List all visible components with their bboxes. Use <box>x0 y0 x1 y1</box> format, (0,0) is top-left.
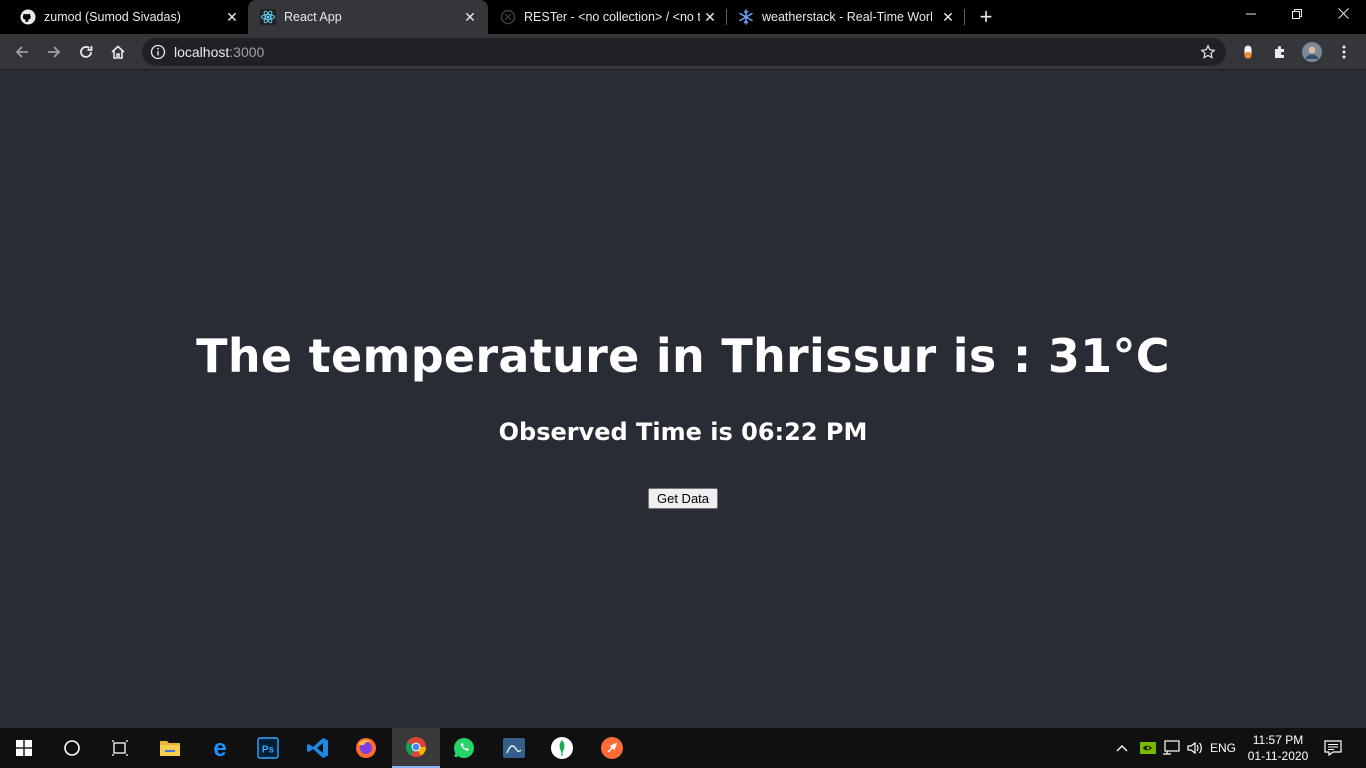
close-icon[interactable]: ✕ <box>224 9 240 25</box>
rester-icon <box>500 9 516 25</box>
tab-title: RESTer - <no collection> / <no ti <box>524 10 700 24</box>
close-window-icon <box>1337 8 1349 19</box>
restore-icon <box>1292 9 1302 19</box>
browser-toolbar: localhost:3000 <box>0 34 1366 70</box>
tab-title: weatherstack - Real-Time World \ <box>762 10 932 24</box>
minimize-button[interactable] <box>1228 0 1274 30</box>
chrome-button[interactable] <box>392 728 440 768</box>
svg-text:Ps: Ps <box>262 745 275 756</box>
forward-button[interactable] <box>40 38 68 66</box>
back-button[interactable] <box>8 38 36 66</box>
tab-github[interactable]: zumod (Sumod Sivadas) ✕ <box>8 0 248 34</box>
url-host: localhost <box>174 44 230 60</box>
tab-separator <box>964 9 965 25</box>
minimize-icon <box>1246 13 1256 15</box>
postman-icon <box>601 737 623 759</box>
language-indicator[interactable]: ENG <box>1208 728 1238 768</box>
chevron-up-icon <box>1116 745 1128 752</box>
profile-avatar[interactable] <box>1302 42 1322 62</box>
folder-icon <box>160 741 180 756</box>
temperature-heading: The temperature in Thrissur is : 31°C <box>196 329 1170 383</box>
mysql-workbench-button[interactable] <box>490 728 538 768</box>
puzzle-icon <box>1275 46 1284 58</box>
github-icon <box>20 9 36 25</box>
site-info-icon[interactable] <box>150 44 166 60</box>
home-button[interactable] <box>104 38 132 66</box>
restore-button[interactable] <box>1274 0 1320 30</box>
url-text: localhost:3000 <box>174 44 264 60</box>
tab-weatherstack[interactable]: weatherstack - Real-Time World \ ✕ <box>726 0 964 34</box>
vscode-button[interactable] <box>294 728 342 768</box>
tab-rester[interactable]: RESTer - <no collection> / <no ti ✕ <box>488 0 726 34</box>
mongodb-leaf-icon <box>551 737 573 759</box>
observed-time-heading: Observed Time is 06:22 PM <box>498 418 868 446</box>
action-center-button[interactable] <box>1320 728 1346 768</box>
firefox-button[interactable] <box>342 728 390 768</box>
windows-taskbar: e Ps ENG 11:57 PM 01-11-2020 <box>0 728 1366 768</box>
weatherstack-icon <box>738 9 754 25</box>
reload-icon <box>80 46 93 58</box>
network-tray-button[interactable] <box>1160 728 1182 768</box>
address-bar[interactable]: localhost:3000 <box>142 38 1226 66</box>
clock-time: 11:57 PM <box>1252 733 1304 747</box>
extensions-button[interactable] <box>1270 42 1290 62</box>
back-arrow-icon <box>15 46 28 58</box>
cortana-search-button[interactable] <box>48 728 96 768</box>
new-tab-button[interactable]: + <box>976 6 996 28</box>
menu-button[interactable] <box>1334 42 1354 62</box>
bookmark-star-icon[interactable] <box>1200 44 1216 60</box>
photoshop-button[interactable]: Ps <box>244 728 292 768</box>
extension-icon[interactable] <box>1238 42 1258 62</box>
show-hidden-icons-button[interactable] <box>1112 728 1132 768</box>
close-icon[interactable]: ✕ <box>462 9 478 25</box>
edge-button[interactable]: e <box>196 728 244 768</box>
network-ethernet-icon <box>1163 740 1180 755</box>
edge-icon: e <box>213 737 226 759</box>
mysql-workbench-icon <box>503 738 525 758</box>
nvidia-tray-button[interactable] <box>1138 728 1158 768</box>
whatsapp-button[interactable] <box>440 728 488 768</box>
taskbar-clock[interactable]: 11:57 PM 01-11-2020 <box>1240 732 1316 764</box>
close-window-button[interactable] <box>1320 0 1366 30</box>
forward-arrow-icon <box>48 46 61 58</box>
get-data-button[interactable]: Get Data <box>648 488 718 509</box>
chrome-icon <box>405 737 427 757</box>
task-view-button[interactable] <box>96 728 144 768</box>
file-explorer-button[interactable] <box>146 728 194 768</box>
tab-title: React App <box>284 10 342 24</box>
whatsapp-icon <box>454 738 474 758</box>
postman-button[interactable] <box>588 728 636 768</box>
reload-button[interactable] <box>72 38 100 66</box>
firefox-icon <box>356 738 376 758</box>
more-vert-icon <box>1342 45 1346 59</box>
close-icon[interactable]: ✕ <box>702 9 718 25</box>
nvidia-icon <box>1140 742 1156 754</box>
svg-text:e: e <box>213 737 226 759</box>
react-app-page: The temperature in Thrissur is : 31°C Ob… <box>0 71 1366 728</box>
react-icon <box>260 9 276 25</box>
capsule-extension-icon <box>1244 45 1252 59</box>
task-view-icon <box>112 740 128 756</box>
home-icon <box>111 45 125 59</box>
vscode-icon <box>307 738 328 758</box>
notification-icon <box>1324 740 1342 756</box>
cortana-circle-icon <box>64 740 80 756</box>
close-icon[interactable]: ✕ <box>940 9 956 25</box>
mongodb-compass-button[interactable] <box>538 728 586 768</box>
avatar-icon <box>1302 42 1322 62</box>
tab-title: zumod (Sumod Sivadas) <box>44 10 181 24</box>
start-button[interactable] <box>0 728 48 768</box>
tab-react-app[interactable]: React App ✕ <box>248 0 488 34</box>
windows-logo-icon <box>16 740 32 756</box>
volume-tray-button[interactable] <box>1184 728 1206 768</box>
url-port: :3000 <box>229 44 265 60</box>
speaker-icon <box>1187 741 1202 755</box>
browser-tab-strip: zumod (Sumod Sivadas) ✕ React App ✕ REST… <box>0 0 1366 34</box>
clock-date: 01-11-2020 <box>1247 749 1309 763</box>
photoshop-icon: Ps <box>257 737 279 759</box>
